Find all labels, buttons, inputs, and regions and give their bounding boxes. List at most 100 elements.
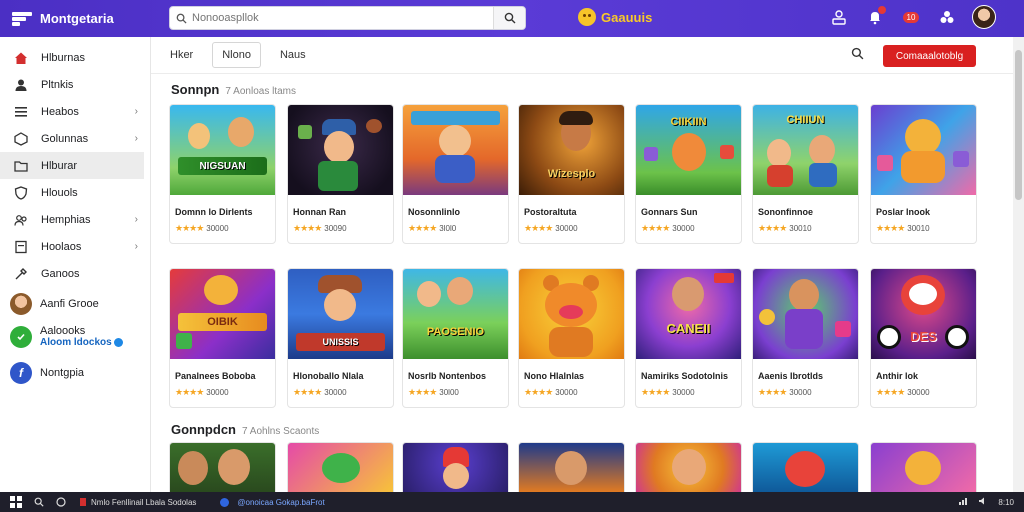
- app-icon: [80, 498, 86, 506]
- cube-icon: [13, 131, 29, 147]
- sidebar-item-people[interactable]: Hemphias ›: [0, 206, 150, 233]
- game-card[interactable]: Aaenis Ibrotlds ★★★★ 30000: [752, 268, 859, 408]
- user-avatar[interactable]: [972, 5, 996, 29]
- game-card[interactable]: [518, 442, 625, 492]
- game-thumbnail: CANEII: [636, 269, 741, 359]
- game-card[interactable]: [752, 442, 859, 492]
- game-card[interactable]: DES Anthir lok ★★★★ 30000: [870, 268, 977, 408]
- volume-icon[interactable]: [978, 496, 988, 508]
- game-thumbnail: DES: [871, 269, 976, 359]
- search-taskbar-icon[interactable]: [34, 497, 44, 507]
- filter-chip[interactable]: Hker: [161, 43, 202, 67]
- search-input[interactable]: [192, 12, 493, 24]
- tools-icon: [13, 266, 29, 282]
- game-rating: 30010: [907, 224, 930, 233]
- messages-icon[interactable]: 10: [900, 6, 922, 28]
- section-subtitle: 7 Aonloas ltams: [225, 86, 296, 97]
- account-item[interactable]: f Nontgpia: [0, 359, 150, 387]
- home-icon: [13, 50, 29, 66]
- game-card[interactable]: [635, 442, 742, 492]
- game-card[interactable]: [287, 442, 394, 492]
- rating-stars-icon: ★★★★: [524, 223, 553, 233]
- check-icon: [10, 326, 32, 348]
- game-card[interactable]: Nosonnlinlo ★★★★ 3l0l0: [402, 104, 509, 244]
- game-card[interactable]: Poslar lnook ★★★★ 30010: [870, 104, 977, 244]
- top-bar: Montgetaria Gaauuis 10: [0, 0, 1024, 37]
- game-thumbnail: CHIIUN: [753, 105, 858, 195]
- task-view-icon[interactable]: [56, 497, 66, 507]
- taskbar-app[interactable]: @onoicaa Gokap.baFrot: [220, 497, 325, 507]
- game-card[interactable]: Wizesplo Postoraltuta ★★★★ 30000: [518, 104, 625, 244]
- apps-icon[interactable]: [936, 6, 958, 28]
- cta-button[interactable]: Comaaalotoblg: [883, 45, 976, 67]
- game-rating: 30000: [206, 388, 229, 397]
- sidebar-item-label: Hlburar: [41, 159, 78, 172]
- game-rating: 30000: [789, 388, 812, 397]
- sidebar-item-docs[interactable]: Hoolaos ›: [0, 233, 150, 260]
- windows-start-icon[interactable]: [10, 496, 22, 508]
- game-rating: 30000: [555, 388, 578, 397]
- game-card[interactable]: [169, 442, 276, 492]
- folder-icon: [13, 158, 29, 174]
- game-title: Namiriks Sodotolnis: [641, 371, 729, 381]
- filter-chip-selected[interactable]: Nlono: [212, 42, 261, 68]
- game-title: Sononfinnoe: [758, 207, 813, 217]
- chevron-right-icon: ›: [134, 241, 138, 252]
- top-icons: 10: [828, 5, 996, 29]
- avatar: [10, 293, 32, 315]
- game-rating: 3l0l0: [439, 224, 457, 233]
- game-card[interactable]: [870, 442, 977, 492]
- notifications-icon[interactable]: [864, 6, 886, 28]
- user-upload-icon[interactable]: [828, 6, 850, 28]
- sidebar-item-library[interactable]: Hlburar: [0, 152, 144, 179]
- account-item[interactable]: Aaloooks Aloom ldockos: [0, 323, 150, 351]
- game-title: Gonnars Sun: [641, 207, 698, 217]
- scrollbar[interactable]: [1013, 37, 1024, 492]
- game-logo-text: CIIKIIN: [670, 116, 707, 128]
- game-thumbnail: [519, 269, 624, 359]
- game-thumbnail: CIIKIIN: [636, 105, 741, 195]
- account-name: Aanfi Grooe: [40, 298, 99, 310]
- account-item[interactable]: Aanfi Grooe: [0, 290, 150, 318]
- game-card[interactable]: CHIIUN Sononfinnoe ★★★★ 30010: [752, 104, 859, 244]
- game-title: Honnan Ran: [293, 207, 346, 217]
- game-title: Aaenis Ibrotlds: [758, 371, 824, 381]
- game-rating: 30000: [672, 388, 695, 397]
- rating-stars-icon: ★★★★: [175, 387, 204, 397]
- sidebar-item-profile[interactable]: Pltnkis: [0, 71, 150, 98]
- app-title: Montgetaria: [40, 11, 114, 26]
- brand[interactable]: Montgetaria: [12, 11, 167, 27]
- sidebar-item-lists[interactable]: Heabos ›: [0, 98, 150, 125]
- game-card[interactable]: Nono Hlalnlas ★★★★ 30000: [518, 268, 625, 408]
- sidebar-item-columns[interactable]: Golunnas ›: [0, 125, 150, 152]
- taskbar-app[interactable]: Nmlo Fenllinail Lbala Sodolas: [80, 498, 196, 507]
- game-thumbnail: PAOSENIO: [403, 269, 508, 359]
- game-card[interactable]: CIIKIIN Gonnars Sun ★★★★ 30000: [635, 104, 742, 244]
- game-thumbnail: [288, 105, 393, 195]
- game-title: Postoraltuta: [524, 207, 577, 217]
- list-icon: [13, 104, 29, 120]
- game-rating: 30010: [789, 224, 812, 233]
- search-button[interactable]: [493, 7, 525, 29]
- brand-logo-icon: [12, 11, 32, 27]
- game-thumbnail: NIGSUAN: [170, 105, 275, 195]
- center-brand[interactable]: Gaauuis: [578, 8, 652, 26]
- section-title: Gonnpdcn: [171, 422, 236, 437]
- scrollbar-thumb[interactable]: [1015, 50, 1022, 200]
- game-card[interactable]: [402, 442, 509, 492]
- game-card[interactable]: PAOSENIO Nosrlb Nontenbos ★★★★ 30l00: [402, 268, 509, 408]
- game-card[interactable]: Honnan Ran ★★★★ 30090: [287, 104, 394, 244]
- game-card[interactable]: OIBIK Panalnees Boboba ★★★★ 30000: [169, 268, 276, 408]
- game-card[interactable]: NIGSUAN Domnn lo Dirlents ★★★★ 30000: [169, 104, 276, 244]
- network-icon[interactable]: [958, 496, 968, 508]
- clock[interactable]: 8:10: [998, 498, 1014, 507]
- sidebar-item-security[interactable]: Hlouols: [0, 179, 150, 206]
- filter-chip[interactable]: Naus: [271, 43, 315, 67]
- section-title: Sonnpn: [171, 82, 220, 97]
- taskbar-app-label: Nmlo Fenllinail Lbala Sodolas: [91, 497, 197, 507]
- sidebar-item-tools[interactable]: Ganoos: [0, 260, 150, 287]
- game-card[interactable]: CANEII Namiriks Sodotolnis ★★★★ 30000: [635, 268, 742, 408]
- game-card[interactable]: UNISSIS Hlonoballo Nlala ★★★★ 30000: [287, 268, 394, 408]
- search-icon[interactable]: [851, 47, 864, 63]
- sidebar-item-home[interactable]: Hlburnas: [0, 44, 150, 71]
